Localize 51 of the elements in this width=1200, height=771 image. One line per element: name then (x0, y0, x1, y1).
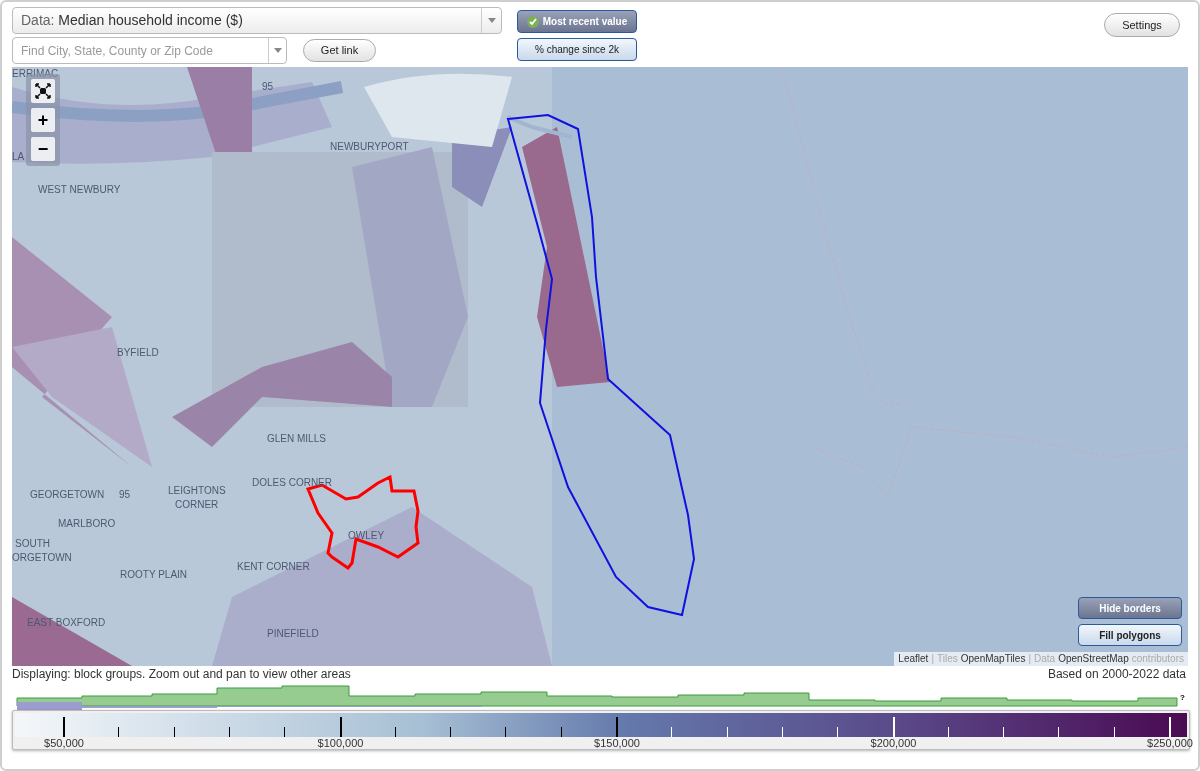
map-place-label: 95 (262, 81, 274, 92)
map-place-label: LEIGHTONS (168, 485, 226, 496)
legend-tick-label: $250,000 (1147, 737, 1193, 749)
zoom-button[interactable]: − (31, 137, 55, 161)
map-place-label: ERRIMAC (12, 68, 59, 79)
map-place-label: MARLBORO (58, 518, 116, 529)
map-place-label: BYFIELD (117, 347, 159, 358)
attribution-link[interactable]: Leaflet (898, 652, 929, 666)
status-text: Displaying: block groups. Zoom out and pan to view other areas (12, 666, 351, 683)
map-place-label: PINEFIELD (267, 628, 319, 639)
legend-tick-label: $50,000 (44, 737, 84, 749)
legend-tick-label: $100,000 (317, 737, 364, 749)
attribution-text: contributors (1131, 652, 1184, 666)
map-place-label: GLEN MILLS (267, 433, 326, 444)
data-range-text: Based on 2000-2022 data (1047, 666, 1187, 683)
data-select[interactable]: Data: Median household income ($) (12, 7, 502, 34)
histogram-marker: ? (1180, 694, 1185, 702)
map-place-label: EAST BOXFORD (27, 617, 106, 628)
attribution-text: Data (1034, 652, 1056, 666)
layer-toggle-button[interactable]: Fill polygons (1078, 624, 1182, 646)
map-place-label: ROOTY PLAIN (120, 569, 188, 580)
map-place-label: GEORGETOWN (30, 489, 105, 500)
search-field[interactable]: Find City, State, County or Zip Code (12, 37, 287, 64)
legend-tick-label: $200,000 (870, 737, 917, 749)
attribution-text: Tiles (937, 652, 958, 666)
map-place-label: 95 (119, 489, 131, 500)
dropdown-icon (273, 48, 282, 53)
legend-tick-label: $150,000 (594, 737, 640, 749)
search-input[interactable]: Find City, State, County or Zip Code (13, 41, 263, 60)
map-place-label: OWLEY (348, 530, 385, 541)
fullscreen-icon (35, 83, 51, 99)
checkmark-icon (526, 15, 539, 28)
attribution-text: | (1028, 652, 1031, 666)
map-place-label: CORNER (175, 499, 219, 510)
attribution-link[interactable]: OpenStreetMap (1058, 652, 1129, 666)
toggle-button[interactable]: % change since 2k (517, 38, 637, 61)
dropdown-icon (487, 18, 496, 23)
map-place-label: KENT CORNER (237, 561, 310, 572)
map-place-label: WEST NEWBURY (38, 184, 121, 195)
get-link-button[interactable]: Get link (303, 39, 376, 62)
map-place-label: LA (12, 151, 25, 162)
attribution-link[interactable]: OpenMapTiles (960, 652, 1026, 666)
map-place-label: DOLES CORNER (252, 477, 332, 488)
map-place-label: ORGETOWN (12, 552, 72, 563)
zoom-button[interactable]: + (31, 108, 55, 132)
fullscreen-button[interactable] (31, 79, 55, 103)
select-value: Data: Median household income ($) (20, 11, 243, 30)
map-place-label: NEWBURYPORT (330, 141, 409, 152)
map-place-label: SOUTH (15, 538, 50, 549)
attribution-text: | (931, 652, 934, 666)
settings-button[interactable]: Settings (1104, 13, 1180, 37)
